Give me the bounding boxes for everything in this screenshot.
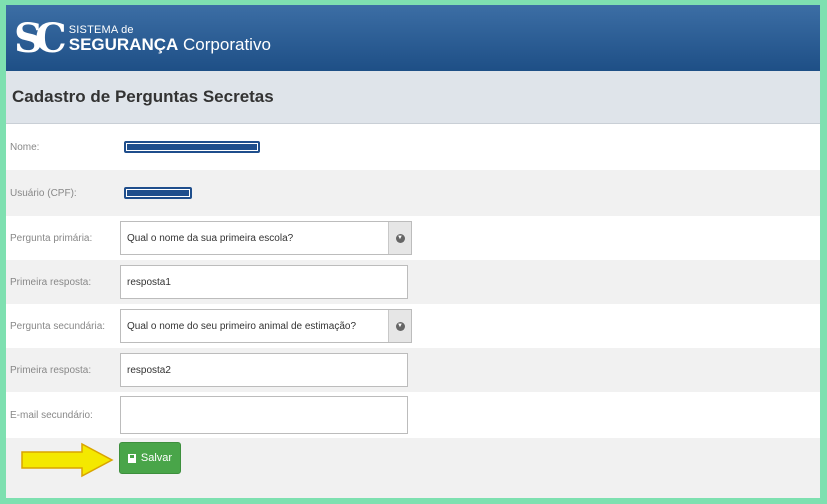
row-pergunta-primaria: Pergunta primária: Qual o nome da sua pr… [6,216,820,260]
segunda-resposta-input[interactable]: resposta2 [120,353,408,387]
cpf-redacted-value [124,187,192,199]
app-logo[interactable]: SC SISTEMA de SEGURANÇA Corporativo [14,11,271,67]
primeira-resposta-input[interactable]: resposta1 [120,265,408,299]
row-actions: Salvar [6,438,820,498]
app-header: SC SISTEMA de SEGURANÇA Corporativo [6,5,820,71]
email-secundario-label: E-mail secundário: [10,409,93,421]
email-secundario-input[interactable] [120,396,408,434]
chevron-down-icon: ▼ [395,233,405,243]
page-title: Cadastro de Perguntas Secretas [12,87,274,106]
row-nome: Nome: [6,124,820,170]
pergunta-secundaria-select[interactable]: Qual o nome do seu primeiro animal de es… [120,309,412,343]
segunda-resposta-label: Primeira resposta: [10,364,92,376]
cpf-label: Usuário (CPF): [10,187,77,199]
logo-mark: SC [14,15,67,62]
pergunta-primaria-dropdown-button[interactable]: ▼ [388,222,411,254]
row-segunda-resposta: Primeira resposta: resposta2 [6,348,820,392]
logo-line2-rest: Corporativo [183,35,271,54]
page-title-bar: Cadastro de Perguntas Secretas [6,71,820,124]
save-button-label: Salvar [140,452,173,464]
pergunta-primaria-label: Pergunta primária: [10,232,93,244]
row-pergunta-secundaria: Pergunta secundária: Qual o nome do seu … [6,304,820,348]
page-frame: SC SISTEMA de SEGURANÇA Corporativo Cada… [6,5,820,498]
pergunta-primaria-value: Qual o nome da sua primeira escola? [127,232,294,244]
row-cpf: Usuário (CPF): [6,170,820,216]
logo-line2: SEGURANÇA Corporativo [69,36,271,53]
row-primeira-resposta: Primeira resposta: resposta1 [6,260,820,304]
row-email-secundario: E-mail secundário: [6,392,820,438]
primeira-resposta-label: Primeira resposta: [10,276,92,288]
nome-redacted-value [124,141,260,153]
pergunta-secundaria-value: Qual o nome do seu primeiro animal de es… [127,320,357,332]
logo-line2-bold: SEGURANÇA [68,35,179,54]
save-disk-icon [127,453,136,463]
pergunta-primaria-select[interactable]: Qual o nome da sua primeira escola? ▼ [120,221,412,255]
pergunta-secundaria-label: Pergunta secundária: [10,320,106,332]
chevron-down-icon: ▼ [395,321,405,331]
pergunta-secundaria-dropdown-button[interactable]: ▼ [388,310,411,342]
save-button[interactable]: Salvar [119,442,181,474]
arrow-right-icon [21,442,114,478]
logo-text: SISTEMA de SEGURANÇA Corporativo [69,25,271,54]
nome-label: Nome: [10,141,40,153]
